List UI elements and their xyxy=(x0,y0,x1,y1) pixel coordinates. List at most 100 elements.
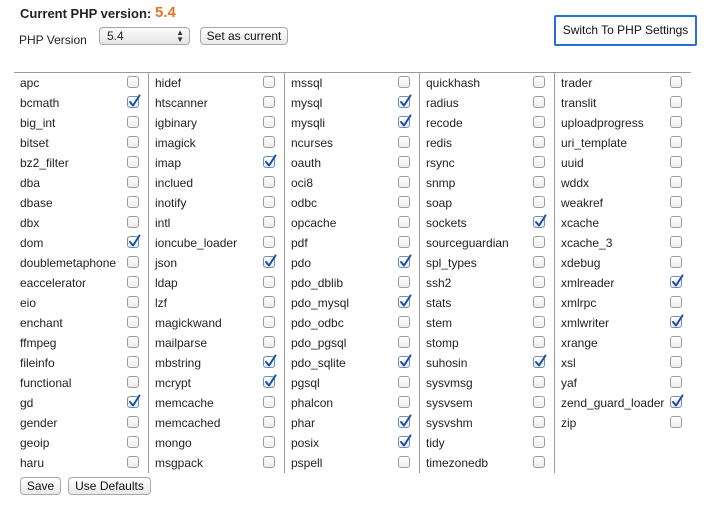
set-as-current-button[interactable]: Set as current xyxy=(200,27,288,45)
extension-checkbox[interactable] xyxy=(670,236,682,248)
extension-checkbox[interactable] xyxy=(263,154,277,168)
extension-checkbox[interactable] xyxy=(398,316,410,328)
extension-checkbox[interactable] xyxy=(533,136,545,148)
extension-checkbox[interactable] xyxy=(127,296,139,308)
extension-checkbox[interactable] xyxy=(398,94,412,108)
extension-checkbox[interactable] xyxy=(398,156,410,168)
extension-checkbox[interactable] xyxy=(127,94,141,108)
extension-checkbox[interactable] xyxy=(398,196,410,208)
extension-checkbox[interactable] xyxy=(533,396,545,408)
use-defaults-button[interactable]: Use Defaults xyxy=(68,477,151,495)
extension-checkbox[interactable] xyxy=(263,296,275,308)
extension-checkbox[interactable] xyxy=(398,414,412,428)
extension-checkbox[interactable] xyxy=(127,76,139,88)
extension-checkbox[interactable] xyxy=(127,356,139,368)
extension-checkbox[interactable] xyxy=(670,416,682,428)
extension-checkbox[interactable] xyxy=(533,96,545,108)
extension-checkbox[interactable] xyxy=(263,76,275,88)
extension-checkbox[interactable] xyxy=(670,376,682,388)
extension-checkbox[interactable] xyxy=(398,376,410,388)
extension-checkbox[interactable] xyxy=(263,236,275,248)
save-button[interactable]: Save xyxy=(20,477,61,495)
extension-checkbox[interactable] xyxy=(127,436,139,448)
extension-checkbox[interactable] xyxy=(263,416,275,428)
extension-checkbox[interactable] xyxy=(398,76,410,88)
extension-checkbox[interactable] xyxy=(533,156,545,168)
extension-checkbox[interactable] xyxy=(398,456,410,468)
extension-checkbox[interactable] xyxy=(533,214,547,228)
extension-checkbox[interactable] xyxy=(533,176,545,188)
extension-checkbox[interactable] xyxy=(263,254,277,268)
extension-checkbox[interactable] xyxy=(263,276,275,288)
extension-checkbox[interactable] xyxy=(533,376,545,388)
extension-checkbox[interactable] xyxy=(533,336,545,348)
extension-checkbox[interactable] xyxy=(533,354,547,368)
php-version-select[interactable]: 5.4 ▲ ▼ xyxy=(99,27,190,45)
extension-checkbox[interactable] xyxy=(670,176,682,188)
extension-checkbox[interactable] xyxy=(263,336,275,348)
extension-checkbox[interactable] xyxy=(127,394,141,408)
extension-checkbox[interactable] xyxy=(263,456,275,468)
extension-checkbox[interactable] xyxy=(263,196,275,208)
extension-checkbox[interactable] xyxy=(533,196,545,208)
extension-checkbox[interactable] xyxy=(670,296,682,308)
extension-checkbox[interactable] xyxy=(398,294,412,308)
extension-checkbox[interactable] xyxy=(670,76,682,88)
extension-checkbox[interactable] xyxy=(533,76,545,88)
extension-checkbox[interactable] xyxy=(127,416,139,428)
extension-checkbox[interactable] xyxy=(127,176,139,188)
extension-checkbox[interactable] xyxy=(398,434,412,448)
extension-checkbox[interactable] xyxy=(127,456,139,468)
extension-checkbox[interactable] xyxy=(127,256,139,268)
extension-checkbox[interactable] xyxy=(670,156,682,168)
extension-checkbox[interactable] xyxy=(127,216,139,228)
extension-checkbox[interactable] xyxy=(533,256,545,268)
extension-checkbox[interactable] xyxy=(670,96,682,108)
extension-checkbox[interactable] xyxy=(398,136,410,148)
extension-checkbox[interactable] xyxy=(127,234,141,248)
extension-checkbox[interactable] xyxy=(398,114,412,128)
extension-checkbox[interactable] xyxy=(670,356,682,368)
extension-checkbox[interactable] xyxy=(263,354,277,368)
extension-checkbox[interactable] xyxy=(263,176,275,188)
extension-checkbox[interactable] xyxy=(263,136,275,148)
extension-checkbox[interactable] xyxy=(670,274,684,288)
extension-checkbox[interactable] xyxy=(670,336,682,348)
extension-checkbox[interactable] xyxy=(263,116,275,128)
extension-checkbox[interactable] xyxy=(670,314,684,328)
extension-checkbox[interactable] xyxy=(533,456,545,468)
extension-checkbox[interactable] xyxy=(263,436,275,448)
extension-checkbox[interactable] xyxy=(127,116,139,128)
extension-checkbox[interactable] xyxy=(670,394,684,408)
extension-checkbox[interactable] xyxy=(533,296,545,308)
extension-checkbox[interactable] xyxy=(127,336,139,348)
extension-checkbox[interactable] xyxy=(533,436,545,448)
extension-checkbox[interactable] xyxy=(670,256,682,268)
extension-checkbox[interactable] xyxy=(398,354,412,368)
extension-checkbox[interactable] xyxy=(398,176,410,188)
extension-checkbox[interactable] xyxy=(127,376,139,388)
extension-checkbox[interactable] xyxy=(263,396,275,408)
extension-checkbox[interactable] xyxy=(127,156,139,168)
extension-checkbox[interactable] xyxy=(127,136,139,148)
extension-checkbox[interactable] xyxy=(127,196,139,208)
extension-checkbox[interactable] xyxy=(398,254,412,268)
extension-checkbox[interactable] xyxy=(533,416,545,428)
extension-checkbox[interactable] xyxy=(398,276,410,288)
extension-checkbox[interactable] xyxy=(263,316,275,328)
extension-checkbox[interactable] xyxy=(398,236,410,248)
extension-checkbox[interactable] xyxy=(263,374,277,388)
extension-checkbox[interactable] xyxy=(670,216,682,228)
extension-checkbox[interactable] xyxy=(398,336,410,348)
extension-checkbox[interactable] xyxy=(670,196,682,208)
extension-checkbox[interactable] xyxy=(533,276,545,288)
extension-checkbox[interactable] xyxy=(127,276,139,288)
switch-to-php-settings-button[interactable]: Switch To PHP Settings xyxy=(554,15,697,46)
extension-checkbox[interactable] xyxy=(670,136,682,148)
extension-checkbox[interactable] xyxy=(398,216,410,228)
extension-checkbox[interactable] xyxy=(533,116,545,128)
extension-checkbox[interactable] xyxy=(263,96,275,108)
extension-checkbox[interactable] xyxy=(533,236,545,248)
extension-checkbox[interactable] xyxy=(533,316,545,328)
extension-checkbox[interactable] xyxy=(670,116,682,128)
